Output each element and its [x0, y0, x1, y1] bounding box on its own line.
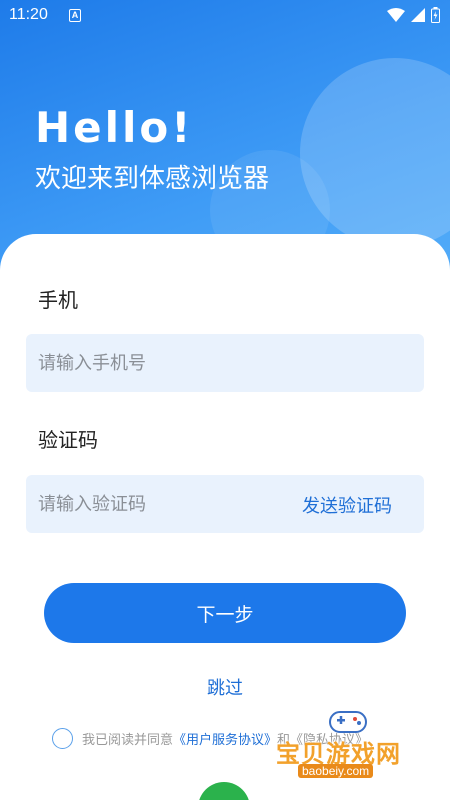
- status-icons: [387, 7, 440, 23]
- welcome-text: 欢迎来到体感浏览器: [35, 164, 270, 194]
- phone-label: 手机: [38, 288, 78, 312]
- battery-icon: [431, 7, 440, 23]
- notification-icon: A: [69, 9, 81, 22]
- bottom-action-icon[interactable]: [198, 782, 250, 800]
- phone-input[interactable]: [26, 334, 424, 392]
- code-input[interactable]: [26, 475, 286, 533]
- wifi-icon: [387, 8, 405, 22]
- send-code-button[interactable]: 发送验证码: [302, 492, 392, 518]
- skip-link[interactable]: 跳过: [0, 674, 450, 700]
- hello-heading: Hello!: [35, 103, 194, 152]
- agree-radio[interactable]: [52, 728, 73, 749]
- agreement-prefix: 我已阅读并同意: [82, 733, 174, 748]
- code-field: 发送验证码: [26, 475, 424, 533]
- gamepad-icon: [329, 711, 367, 733]
- status-time: 11:20: [9, 6, 48, 23]
- signal-icon: [411, 8, 425, 22]
- watermark-logo: 宝贝游戏网 baobeiy.com: [276, 706, 416, 780]
- status-bar: 11:20 A: [0, 0, 450, 32]
- watermark-url: baobeiy.com: [298, 764, 374, 778]
- next-step-button[interactable]: 下一步: [44, 583, 406, 643]
- code-label: 验证码: [38, 428, 98, 452]
- user-agreement-link[interactable]: 《用户服务协议》: [173, 729, 277, 748]
